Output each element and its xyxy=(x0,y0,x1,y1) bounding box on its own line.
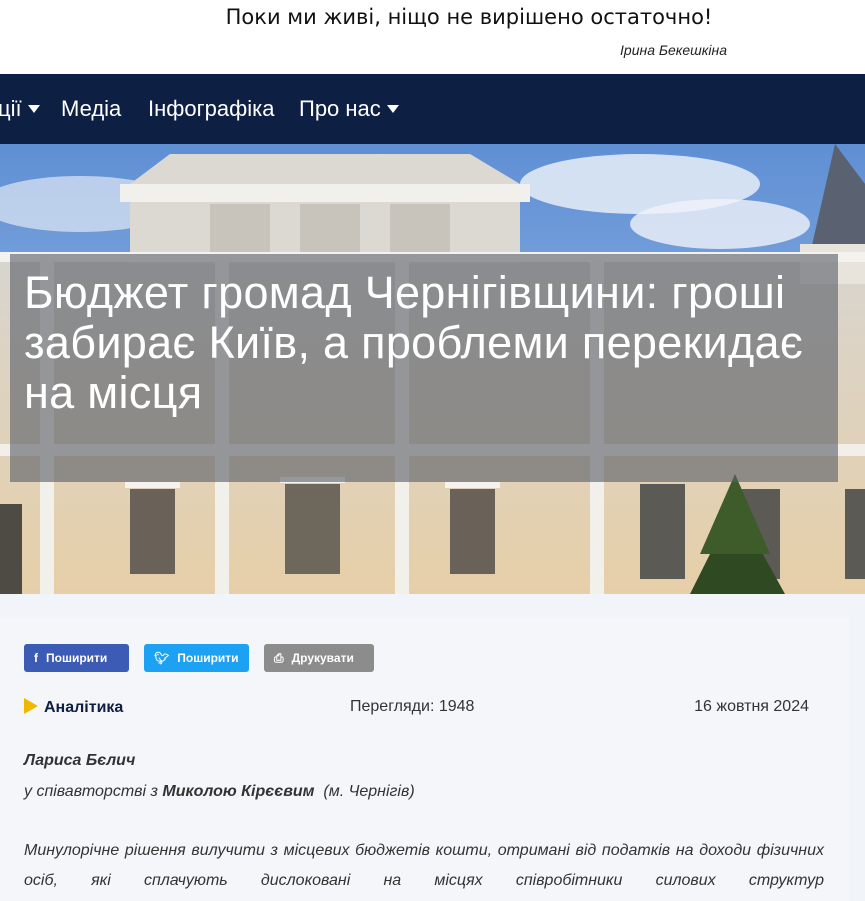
nav-item-media[interactable]: Медіа xyxy=(61,96,121,122)
category-label: Аналітика xyxy=(44,699,124,716)
nav-item-label: Про нас xyxy=(299,96,381,121)
coauthor-line: у співавторстві з Миколою Кірєєвим (м. Ч… xyxy=(24,783,415,801)
author-name: Лариса Бєлич xyxy=(24,752,136,769)
twitter-share-label: Поширити xyxy=(177,651,239,665)
quote-banner: Поки ми живі, ніщо не вирішено остаточно… xyxy=(0,0,865,74)
caret-down-icon xyxy=(27,105,40,113)
hero-image: Бюджет громад Чернігівщини: гроші забира… xyxy=(0,144,865,594)
category-link[interactable]: Аналітика xyxy=(24,698,123,717)
triangle-right-icon xyxy=(24,698,38,714)
publish-date: 16 жовтня 2024 xyxy=(694,698,809,715)
print-label: Друкувати xyxy=(291,651,354,665)
caret-down-icon xyxy=(386,105,399,113)
nav-item-publications[interactable]: ції xyxy=(0,96,40,122)
article-lead: Минулорічне рішення вилучити з місцевих … xyxy=(24,842,824,889)
quote-text: Поки ми живі, ніщо не вирішено остаточно… xyxy=(225,5,713,29)
article-panel: f Поширити 🐦︎ Поширити ⎙ Друкувати Аналі… xyxy=(0,618,850,901)
nav-item-infographics[interactable]: Інфографіка xyxy=(148,96,274,122)
main-navigation: ції Медіа Інфографіка Про нас xyxy=(0,74,865,144)
nav-item-label: Інфографіка xyxy=(148,96,275,121)
facebook-share-button[interactable]: f Поширити xyxy=(24,644,129,672)
article-content: f Поширити 🐦︎ Поширити ⎙ Друкувати Аналі… xyxy=(0,594,865,901)
twitter-icon: 🐦︎ xyxy=(154,651,170,665)
quote-author: Ірина Бекешкіна xyxy=(620,42,727,58)
coauthor-city: (м. Чернігів) xyxy=(323,783,415,800)
nav-item-label: Медіа xyxy=(61,96,122,121)
article-title: Бюджет громад Чернігівщини: гроші забира… xyxy=(24,267,804,418)
article-title-box: Бюджет громад Чернігівщини: гроші забира… xyxy=(10,254,838,482)
coauthor-prefix: у співавторстві з xyxy=(24,783,158,800)
nav-item-label: ції xyxy=(0,96,22,121)
print-button[interactable]: ⎙ Друкувати xyxy=(264,644,374,672)
view-count: Перегляди: 1948 xyxy=(350,698,475,715)
nav-item-about[interactable]: Про нас xyxy=(299,96,399,122)
twitter-share-button[interactable]: 🐦︎ Поширити xyxy=(144,644,249,672)
coauthor-name: Миколою Кірєєвим xyxy=(162,783,315,800)
facebook-share-label: Поширити xyxy=(46,651,108,665)
facebook-icon: f xyxy=(34,651,38,665)
printer-icon: ⎙ xyxy=(274,650,284,665)
